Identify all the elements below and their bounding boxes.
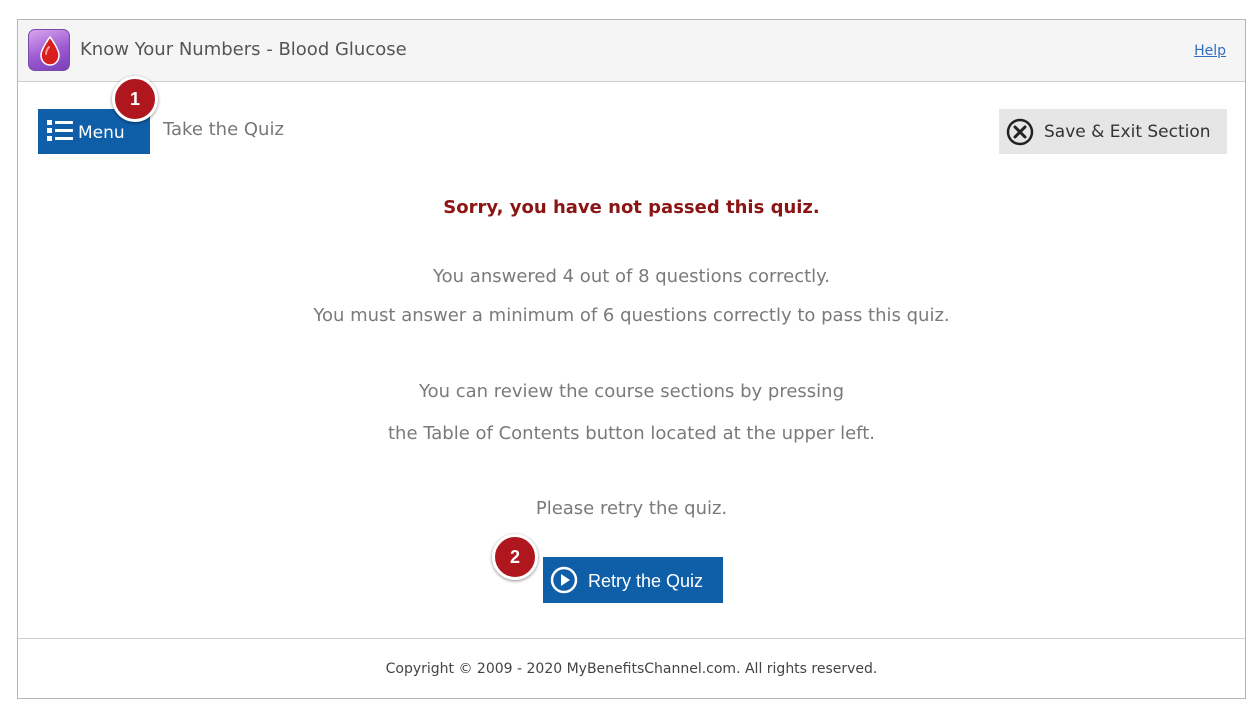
review-text-line-1: You can review the course sections by pr…	[418, 381, 845, 402]
blood-drop-icon	[28, 29, 70, 71]
app-window: Know Your Numbers - Blood Glucose Help M…	[17, 19, 1246, 699]
callout-badge-2: 2	[492, 534, 538, 580]
app-title: Know Your Numbers - Blood Glucose	[80, 39, 407, 60]
app-header: Know Your Numbers - Blood Glucose Help	[18, 20, 1245, 82]
callout-badge-1: 1	[112, 76, 158, 122]
help-link[interactable]: Help	[1194, 43, 1226, 59]
footer: Copyright © 2009 - 2020 MyBenefitsChanne…	[18, 638, 1245, 698]
play-circle-icon	[550, 566, 578, 594]
list-icon	[47, 120, 73, 141]
menu-button-label: Menu	[78, 123, 125, 143]
retry-quiz-button[interactable]: Retry the Quiz	[543, 557, 723, 603]
close-circle-icon	[1006, 118, 1034, 146]
save-exit-button[interactable]: Save & Exit Section	[999, 109, 1227, 154]
retry-prompt: Please retry the quiz.	[535, 498, 728, 519]
requirement-text: You must answer a minimum of 6 questions…	[313, 305, 950, 326]
copyright-text: Copyright © 2009 - 2020 MyBenefitsChanne…	[385, 661, 878, 677]
result-heading: Sorry, you have not passed this quiz.	[443, 197, 820, 218]
save-exit-label: Save & Exit Section	[1044, 122, 1211, 142]
score-text: You answered 4 out of 8 questions correc…	[433, 266, 830, 287]
review-text-line-2: the Table of Contents button located at …	[387, 423, 875, 444]
retry-quiz-label: Retry the Quiz	[588, 571, 704, 591]
breadcrumb: Take the Quiz	[163, 119, 284, 140]
